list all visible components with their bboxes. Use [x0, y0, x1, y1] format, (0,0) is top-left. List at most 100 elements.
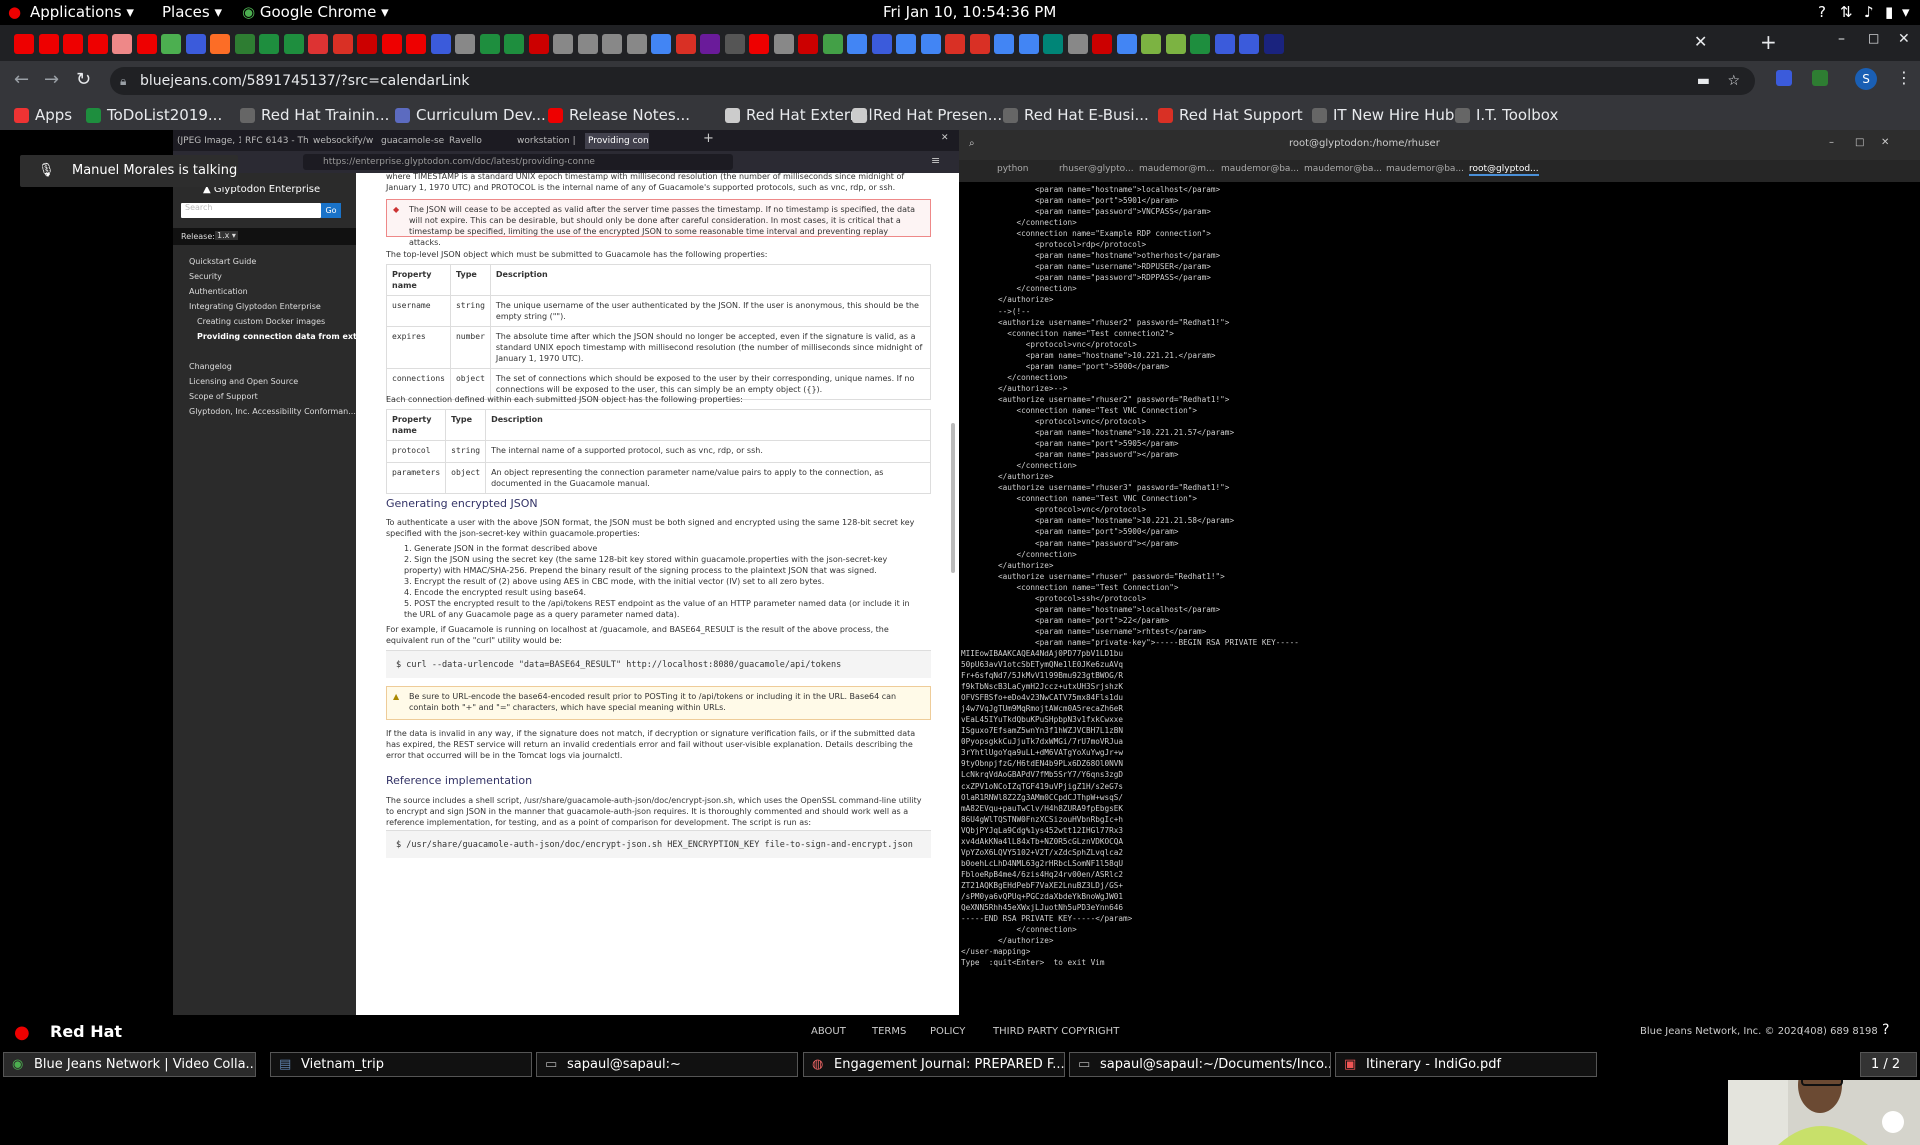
sidebar-item[interactable]: Quickstart Guide	[189, 257, 256, 266]
close-icon[interactable]: ✕	[1881, 137, 1889, 148]
chrome-tab[interactable]	[185, 34, 206, 54]
doc-search-input[interactable]: Search	[181, 203, 321, 218]
chrome-tab[interactable]	[1141, 34, 1161, 54]
firefox-tab[interactable]: Providing con	[585, 133, 649, 149]
chrome-tab[interactable]	[1214, 34, 1235, 54]
chrome-tab[interactable]	[1239, 34, 1259, 54]
chrome-tab[interactable]	[283, 34, 304, 54]
new-tab-icon[interactable]: +	[1760, 30, 1777, 54]
menu-icon[interactable]: ⋮	[1896, 68, 1912, 87]
firefox-tab[interactable]: Ravello	[449, 133, 513, 149]
reload-icon[interactable]: ↻	[76, 69, 91, 90]
star-icon[interactable]: ☆	[1727, 67, 1740, 95]
sidebar-item[interactable]: Integrating Glyptodon Enterprise	[189, 302, 321, 311]
menu-icon[interactable]: ≡	[931, 154, 940, 167]
chrome-tab[interactable]	[112, 34, 132, 54]
chrome-tab[interactable]	[945, 34, 965, 54]
chrome-tab[interactable]	[357, 34, 377, 54]
clock[interactable]: Fri Jan 10, 10:54:36 PM	[883, 3, 1056, 21]
terminal-tab[interactable]: rhuser@glypto...	[1059, 164, 1134, 174]
sidebar-item[interactable]: Creating custom Docker images	[197, 317, 325, 326]
doc-search-button[interactable]: Go	[321, 203, 341, 218]
chrome-tab[interactable]	[1116, 34, 1137, 54]
chrome-tab[interactable]	[136, 34, 157, 54]
chrome-tab[interactable]	[675, 34, 696, 54]
firefox-tab[interactable]: workstation |	[517, 133, 581, 149]
task-bluejeans[interactable]: ◉ Blue Jeans Network | Video Colla...	[3, 1052, 256, 1077]
extension-icon[interactable]	[1776, 70, 1792, 86]
chrome-tab[interactable]	[381, 34, 402, 54]
chrome-tab[interactable]	[210, 34, 230, 54]
bookmark-item[interactable]: Red Hat Presen...	[852, 106, 1002, 124]
maximize-icon[interactable]: □	[1855, 137, 1864, 148]
chrome-tab[interactable]	[626, 34, 647, 54]
minimize-icon[interactable]: –	[1829, 137, 1834, 148]
places-menu[interactable]: Places ▾	[162, 3, 222, 21]
bookmark-item[interactable]: IT New Hire Hub	[1312, 106, 1454, 124]
sidebar-item[interactable]: Scope of Support	[189, 392, 258, 401]
chrome-tab[interactable]	[161, 34, 181, 54]
firefox-tab[interactable]: websockify/w	[313, 133, 377, 149]
terminal-tab[interactable]: maudemor@m...	[1139, 164, 1215, 174]
firefox-tab[interactable]: guacamole-se	[381, 133, 445, 149]
chrome-tab[interactable]	[871, 34, 892, 54]
chrome-tab[interactable]	[87, 34, 108, 54]
bookmark-item[interactable]: Red Hat E-Busi...	[1003, 106, 1149, 124]
chrome-tab[interactable]	[38, 34, 59, 54]
chrome-tab[interactable]	[479, 34, 500, 54]
bookmark-item[interactable]: Red Hat Support	[1158, 106, 1303, 124]
policy-link[interactable]: POLICY	[930, 1026, 965, 1037]
chrome-tab[interactable]	[332, 34, 353, 54]
network-icon[interactable]: ⇅	[1840, 3, 1853, 21]
close-icon[interactable]: ✕	[941, 133, 949, 143]
sidebar-item[interactable]: Authentication	[189, 287, 248, 296]
terminal-tab[interactable]: maudemor@ba...	[1221, 164, 1299, 174]
help-icon[interactable]: ?	[1882, 1022, 1889, 1038]
chrome-tab[interactable]	[798, 34, 818, 54]
sidebar-item[interactable]: Changelog	[189, 362, 232, 371]
applications-menu[interactable]: Applications ▾	[30, 3, 134, 21]
chrome-tab[interactable]	[234, 34, 255, 54]
firefox-tab[interactable]: RFC 6143 - Th	[245, 133, 309, 149]
chrome-tab[interactable]	[528, 34, 549, 54]
sidebar-item[interactable]: Glyptodon, Inc. Accessibility Conforman.…	[189, 407, 356, 416]
chrome-tab[interactable]	[455, 34, 475, 54]
chrome-tab[interactable]	[259, 34, 279, 54]
sidebar-item[interactable]: Security	[189, 272, 222, 281]
chrome-tab[interactable]	[308, 34, 328, 54]
forward-icon[interactable]: →	[44, 69, 59, 90]
terminal-tab[interactable]: maudemor@ba...	[1304, 164, 1382, 174]
chrome-tab[interactable]	[553, 34, 573, 54]
chrome-tab[interactable]	[1092, 34, 1112, 54]
scrollbar[interactable]	[951, 423, 955, 573]
chrome-tab[interactable]	[1067, 34, 1088, 54]
bookmark-item[interactable]: Red Hat External	[725, 106, 873, 124]
chrome-tab[interactable]	[1165, 34, 1186, 54]
chrome-tab[interactable]	[749, 34, 769, 54]
close-tab-icon[interactable]: ✕	[1694, 32, 1707, 51]
task-terminal[interactable]: ▭ sapaul@sapaul:~	[536, 1052, 798, 1077]
bookmark-item[interactable]: Release Notes...	[548, 106, 690, 124]
profile-avatar[interactable]: S	[1855, 68, 1877, 90]
chrome-tab[interactable]	[577, 34, 598, 54]
chrome-tab[interactable]	[406, 34, 426, 54]
chrome-tab[interactable]	[920, 34, 941, 54]
camera-icon[interactable]: ▬	[1697, 67, 1710, 95]
battery-icon[interactable]: ▮	[1885, 3, 1893, 21]
app-menu[interactable]: ◉ Google Chrome ▾	[242, 3, 389, 21]
chrome-tab[interactable]	[773, 34, 794, 54]
address-bar[interactable]: 🔒︎ bluejeans.com/5891745137/?src=calenda…	[110, 67, 1755, 95]
chrome-tab[interactable]	[969, 34, 990, 54]
extension-icon[interactable]	[1812, 70, 1828, 86]
chrome-tab[interactable]	[14, 34, 34, 54]
task-itinerary[interactable]: ▣ Itinerary - IndiGo.pdf	[1335, 1052, 1597, 1077]
workspace-pager[interactable]: 1 / 2	[1860, 1052, 1917, 1077]
bookmark-item[interactable]: Curriculum Dev...	[395, 106, 546, 124]
chrome-tab[interactable]	[651, 34, 671, 54]
task-vietnam-trip[interactable]: ▤ Vietnam_trip	[270, 1052, 532, 1077]
new-tab-icon[interactable]: +	[703, 131, 714, 146]
chrome-tab[interactable]	[1018, 34, 1039, 54]
chrome-tab[interactable]	[1043, 34, 1063, 54]
sidebar-item[interactable]: Licensing and Open Source	[189, 377, 298, 386]
about-link[interactable]: ABOUT	[811, 1026, 846, 1037]
